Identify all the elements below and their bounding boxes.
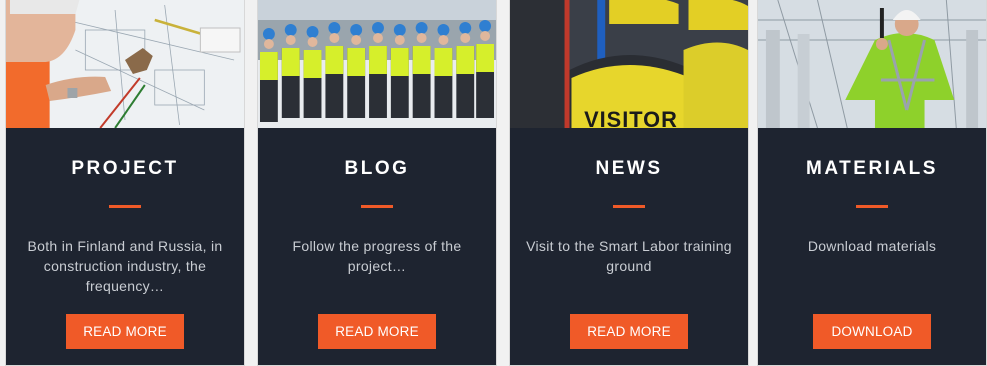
card-description: Download materials [807, 238, 937, 254]
card-materials: MATERIALS Download materials DOWNLOAD [757, 0, 987, 366]
card-blog: BLOG Follow the progress of the project…… [257, 0, 497, 366]
card-news: VISITOR NEWS Visit to the Smart Labor tr… [509, 0, 749, 366]
card-blog-image[interactable] [258, 0, 496, 128]
title-underline [856, 205, 888, 208]
card-description: Follow the progress of the project… [292, 238, 462, 274]
card-project: PROJECT Both in Finland and Russia, in c… [5, 0, 245, 366]
card-news-image[interactable]: VISITOR [510, 0, 748, 128]
card-project-image[interactable] [6, 0, 244, 128]
title-underline [361, 205, 393, 208]
read-more-button[interactable]: READ MORE [570, 314, 688, 349]
card-title: MATERIALS [806, 158, 938, 179]
harness-worker-photo [758, 0, 986, 128]
download-button[interactable]: DOWNLOAD [813, 314, 931, 349]
card-title: PROJECT [71, 158, 179, 179]
visitor-vest-photo: VISITOR [510, 0, 748, 128]
card-materials-image[interactable] [758, 0, 986, 128]
card-title: BLOG [344, 158, 410, 179]
blueprint-photo [6, 0, 244, 128]
card-description: Visit to the Smart Labor training ground [526, 238, 732, 274]
title-underline [613, 205, 645, 208]
card-description: Both in Finland and Russia, in construct… [27, 238, 223, 294]
read-more-button[interactable]: READ MORE [66, 314, 184, 349]
title-underline [109, 205, 141, 208]
read-more-button[interactable]: READ MORE [318, 314, 436, 349]
group-photo [258, 0, 496, 128]
visitor-vest-text: VISITOR [584, 107, 678, 128]
card-title: NEWS [595, 158, 663, 179]
